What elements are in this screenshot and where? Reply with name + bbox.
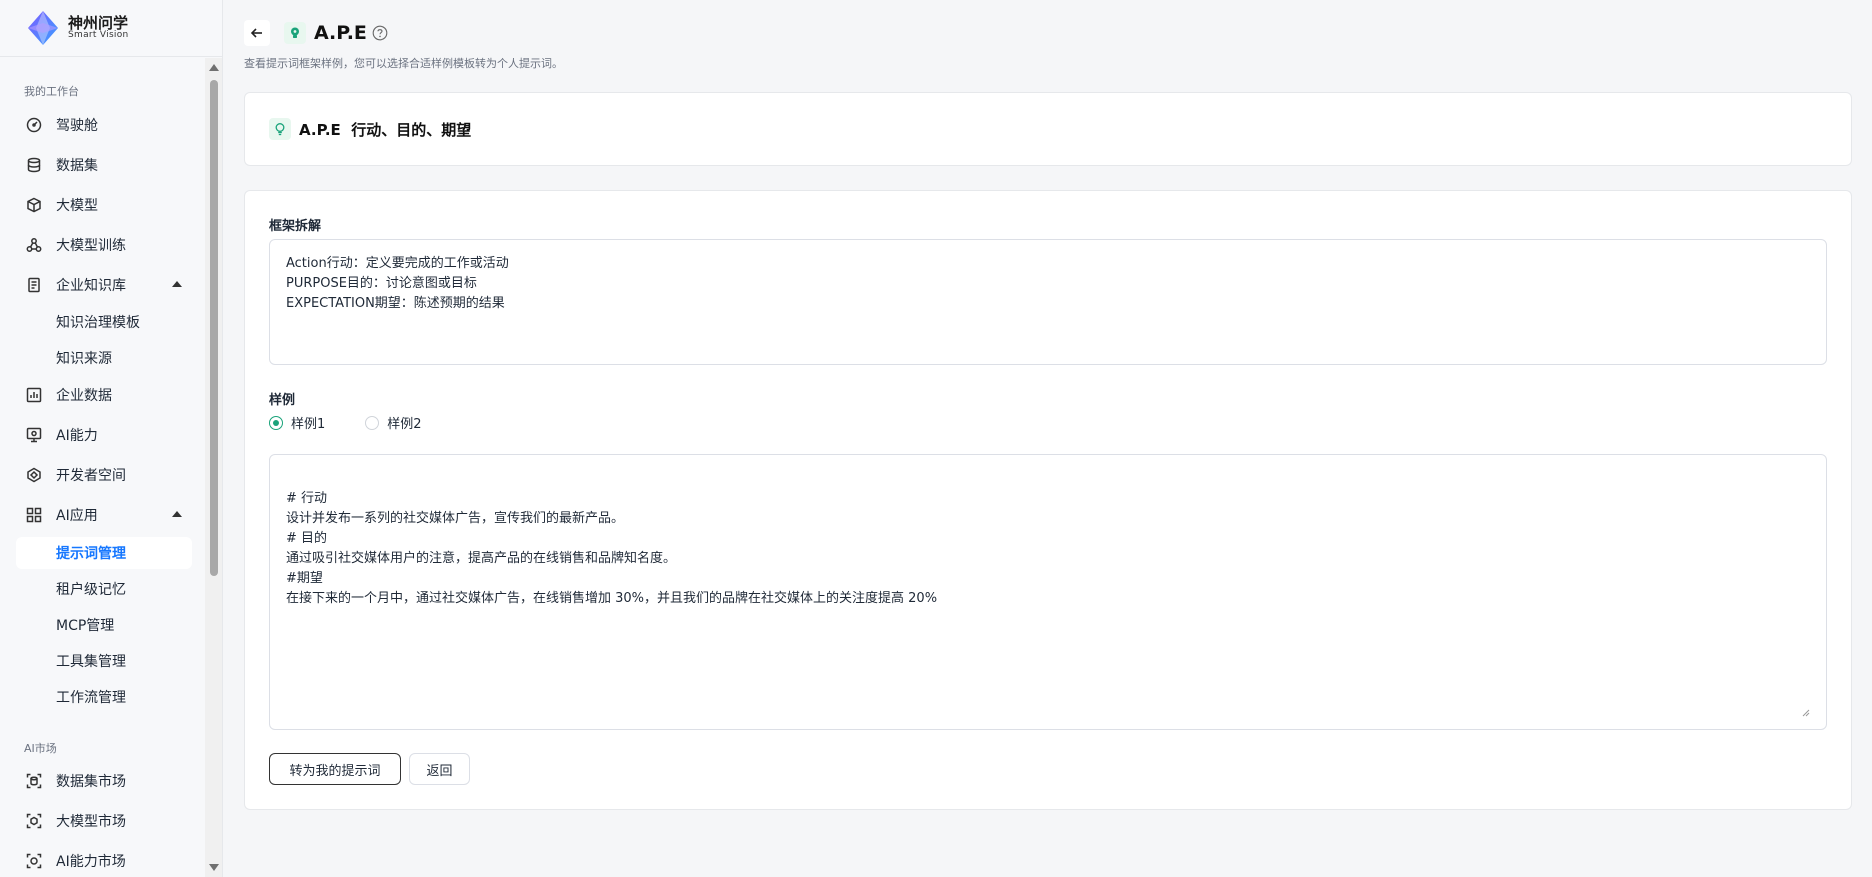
lightbulb-badge [284, 22, 306, 44]
main-content: A.P.E 查看提示词框架样例，您可以选择合适样例模板转为个人提示词。 A.P.… [224, 0, 1872, 877]
breakdown-label: 框架拆解 [269, 219, 322, 234]
sidebar-item-datasets[interactable]: 数据集 [16, 149, 192, 181]
database-icon [26, 157, 42, 173]
logo[interactable]: 神州问学 Smart Vision [0, 0, 222, 57]
sidebar-item-dataset-market[interactable]: 数据集市场 [16, 765, 192, 797]
sidebar-item-model-market[interactable]: 大模型市场 [16, 805, 192, 837]
section-title-workspace: 我的工作台 [24, 85, 79, 98]
resize-handle-icon[interactable] [1802, 709, 1810, 717]
sidebar-item-label: 数据集市场 [56, 774, 126, 790]
example-radio-2[interactable]: 样例2 [365, 413, 422, 432]
sidebar-item-ai-market[interactable]: AI能力市场 [16, 845, 192, 877]
scroll-up-arrow-icon[interactable] [209, 64, 219, 71]
radio-unchecked-icon [365, 415, 380, 430]
example-radio-1[interactable]: 样例1 [269, 413, 325, 432]
page-header: A.P.E [244, 20, 388, 46]
sidebar-item-label: 数据集 [56, 158, 98, 174]
page-subtitle: 查看提示词框架样例，您可以选择合适样例模板转为个人提示词。 [244, 57, 563, 70]
example-radio-label: 样例2 [387, 417, 422, 432]
framework-title: A.P.E 行动、目的、期望 [299, 120, 472, 139]
example-content-text: # 行动 设计并发布一系列的社交媒体广告，宣传我们的最新产品。 # 目的 通过吸… [286, 491, 938, 606]
chevron-up-icon [172, 511, 182, 517]
examples-label: 样例 [269, 393, 296, 408]
sidebar-sub-tenant-memory[interactable]: 租户级记忆 [16, 573, 192, 605]
model-market-icon [26, 813, 42, 829]
sidebar-sub-mcp-management[interactable]: MCP管理 [16, 609, 192, 641]
lightbulb-outline-icon [275, 123, 285, 136]
sidebar-sub-knowledge-source[interactable]: 知识来源 [16, 342, 192, 374]
sidebar-sub-workflow-management[interactable]: 工作流管理 [16, 681, 192, 713]
lightbulb-badge [269, 118, 291, 140]
sidebar-item-knowledge-base[interactable]: 企业知识库 [16, 269, 192, 301]
sidebar-item-label: 开发者空间 [56, 468, 126, 484]
radio-checked-icon [269, 415, 283, 430]
framework-title-card: A.P.E 行动、目的、期望 [244, 92, 1852, 166]
sidebar-item-label: 大模型训练 [56, 238, 126, 254]
scroll-down-arrow-icon[interactable] [209, 864, 219, 871]
sidebar-item-ai-apps[interactable]: AI应用 [16, 499, 192, 531]
breakdown-textarea[interactable]: Action行动：定义要完成的工作或活动 PURPOSE目的：讨论意图或目标 E… [269, 239, 1827, 365]
arrow-left-icon [250, 28, 262, 38]
help-icon[interactable] [372, 25, 388, 41]
developer-icon [26, 467, 42, 483]
brand-name-en: Smart Vision [68, 30, 129, 41]
sidebar-item-label: 大模型市场 [56, 814, 126, 830]
section-title-market: AI市场 [24, 742, 57, 755]
scrollbar-thumb[interactable] [210, 80, 218, 576]
sidebar-item-models[interactable]: 大模型 [16, 189, 192, 221]
sidebar-sub-knowledge-template[interactable]: 知识治理模板 [16, 306, 192, 338]
training-icon [26, 237, 42, 253]
lightbulb-icon [291, 27, 299, 38]
cube-icon [26, 197, 42, 213]
dataset-market-icon [26, 773, 42, 789]
chart-icon [26, 387, 42, 403]
smart-vision-logo-icon [24, 9, 62, 47]
sidebar-item-dashboard[interactable]: 驾驶舱 [16, 109, 192, 141]
sidebar: 神州问学 Smart Vision 我的工作台 驾驶舱 数据集 大模型 大模型训… [0, 0, 223, 877]
sidebar-item-enterprise-data[interactable]: 企业数据 [16, 379, 192, 411]
sidebar-item-label: AI能力 [56, 428, 98, 444]
dashboard-icon [26, 117, 42, 133]
ai-capability-icon [26, 427, 42, 443]
sidebar-item-label: 企业知识库 [56, 278, 126, 294]
sidebar-item-label: AI能力市场 [56, 854, 126, 870]
sidebar-item-label: 企业数据 [56, 388, 112, 404]
ai-market-icon [26, 853, 42, 869]
sidebar-nav: 我的工作台 驾驶舱 数据集 大模型 大模型训练 企业知识库 知识治理模板 知识来… [0, 58, 206, 877]
sidebar-item-label: 大模型 [56, 198, 98, 214]
framework-detail-card: 框架拆解 Action行动：定义要完成的工作或活动 PURPOSE目的：讨论意图… [244, 190, 1852, 810]
sidebar-item-label: 驾驶舱 [56, 118, 98, 134]
chevron-up-icon [172, 281, 182, 287]
knowledge-icon [26, 277, 42, 293]
sidebar-scrollbar[interactable] [205, 58, 222, 877]
sidebar-sub-toolset-management[interactable]: 工具集管理 [16, 645, 192, 677]
brand-name-cn: 神州问学 [68, 13, 129, 32]
apps-grid-icon [26, 507, 42, 523]
sidebar-item-developer-space[interactable]: 开发者空间 [16, 459, 192, 491]
sidebar-sub-prompt-management[interactable]: 提示词管理 [16, 537, 192, 569]
convert-to-my-prompt-button[interactable]: 转为我的提示词 [269, 753, 401, 785]
sidebar-item-model-training[interactable]: 大模型训练 [16, 229, 192, 261]
page-title: A.P.E [314, 22, 367, 44]
back-button[interactable] [244, 20, 270, 46]
sidebar-item-ai-capability[interactable]: AI能力 [16, 419, 192, 451]
sidebar-item-label: AI应用 [56, 508, 98, 524]
example-content-textarea[interactable]: # 行动 设计并发布一系列的社交媒体广告，宣传我们的最新产品。 # 目的 通过吸… [269, 454, 1827, 730]
example-radio-group: 样例1 样例2 [269, 413, 462, 432]
return-button[interactable]: 返回 [409, 753, 470, 785]
example-radio-label: 样例1 [291, 417, 326, 432]
